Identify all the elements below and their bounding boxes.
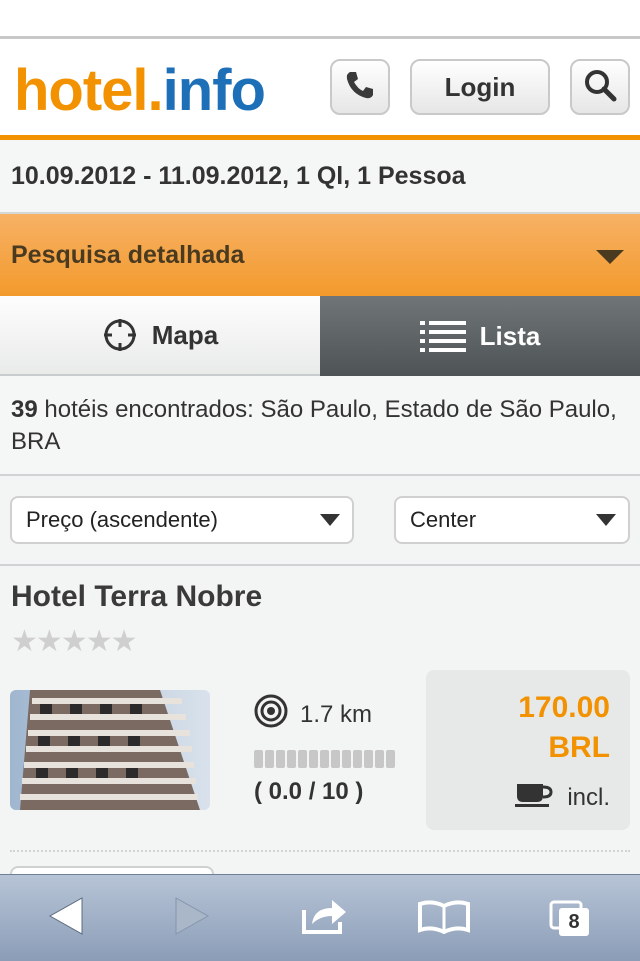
browser-toolbar: 8 <box>0 874 640 961</box>
filter-bar: Preço (ascendente) Center <box>0 476 640 566</box>
hotel-name[interactable]: Hotel Terra Nobre <box>11 580 262 614</box>
tab-map-label: Mapa <box>151 319 219 350</box>
coffee-cup-icon <box>515 780 555 815</box>
tab-map[interactable]: Mapa <box>0 296 320 376</box>
list-icon <box>419 319 466 353</box>
breakfast-info: incl. <box>515 780 610 815</box>
star-icon: ★ <box>110 625 138 658</box>
chevron-down-icon <box>596 250 624 264</box>
call-button[interactable] <box>330 59 390 115</box>
book-icon <box>418 898 470 939</box>
search-icon <box>582 67 618 108</box>
login-label: Login <box>444 71 516 102</box>
location-select[interactable]: Center <box>394 496 630 544</box>
distance: 1.7 km <box>254 694 372 735</box>
sort-select-value: Preço (ascendente) <box>26 507 218 532</box>
star-icon: ★ <box>35 625 63 658</box>
logo-info-text: info <box>162 58 266 123</box>
distance-value: 1.7 km <box>300 700 373 728</box>
tabs-button[interactable]: 8 <box>546 895 594 941</box>
site-header: hotel.info Login <box>0 39 640 140</box>
back-button[interactable] <box>44 895 88 941</box>
tab-list[interactable]: Lista <box>320 296 640 376</box>
rating-bar <box>254 750 395 768</box>
crosshair-icon <box>102 317 138 353</box>
star-icon: ★ <box>11 625 38 658</box>
results-count: 39 hotéis encontrados: São Paulo, Estado… <box>0 376 640 476</box>
location-select-value: Center <box>410 507 477 532</box>
back-arrow-icon <box>48 896 84 941</box>
results-location: hotéis encontrados: São Paulo, Estado de… <box>11 396 617 455</box>
login-button[interactable]: Login <box>410 59 550 115</box>
hotel-photo[interactable] <box>10 690 210 810</box>
results-text: 39 hotéis encontrados: São Paulo, Estado… <box>11 394 629 458</box>
detailed-search-label: Pesquisa detalhada <box>11 240 245 269</box>
star-icon: ★ <box>85 625 113 658</box>
share-icon <box>300 896 350 941</box>
search-button[interactable] <box>570 59 630 115</box>
target-icon <box>254 694 288 735</box>
rating-score: ( 0.0 / 10 ) <box>254 778 364 805</box>
status-bar <box>0 0 640 39</box>
divider <box>10 850 630 852</box>
forward-arrow-icon <box>174 896 210 941</box>
logo-dot-text: . <box>147 58 164 123</box>
tabs-count: 8 <box>568 910 580 933</box>
forward-button[interactable] <box>170 895 214 941</box>
view-tabs: Mapa Lista <box>0 296 640 376</box>
price-amount: 170.00 <box>518 691 610 724</box>
share-button[interactable] <box>298 895 352 941</box>
detailed-search-toggle[interactable]: Pesquisa detalhada <box>0 214 640 296</box>
results-count-number: 39 <box>11 396 38 423</box>
dropdown-arrow-icon <box>320 514 340 526</box>
breakfast-label: incl. <box>567 783 610 811</box>
star-icon: ★ <box>60 625 88 658</box>
phone-icon <box>343 68 377 107</box>
hotel-info-logo[interactable]: hotel.info <box>14 58 266 123</box>
search-summary-text: 10.09.2012 - 11.09.2012, 1 Ql, 1 Pessoa <box>11 161 466 190</box>
logo-hotel-text: hotel <box>14 58 149 123</box>
dropdown-arrow-icon <box>596 514 616 526</box>
tab-list-label: Lista <box>479 320 541 351</box>
search-summary[interactable]: 10.09.2012 - 11.09.2012, 1 Ql, 1 Pessoa <box>0 140 640 214</box>
star-rating: ★★★★★ <box>11 624 138 659</box>
tabs-icon: 8 <box>547 898 593 938</box>
price-box[interactable]: 170.00 BRL incl. <box>426 670 630 830</box>
sort-select[interactable]: Preço (ascendente) <box>10 496 354 544</box>
price-currency: BRL <box>548 731 610 764</box>
bookmarks-button[interactable] <box>418 895 470 941</box>
price: 170.00 BRL <box>518 688 610 768</box>
